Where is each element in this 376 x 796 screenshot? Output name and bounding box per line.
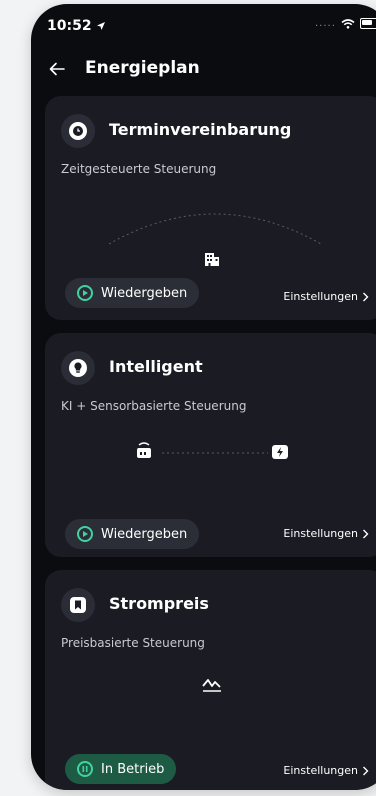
in-operation-button[interactable]: In Betrieb (65, 754, 177, 784)
phone-screen: 10:52 ..... Energieplan Terminvereinbaru… (31, 4, 376, 790)
card-intelligent: Intelligent KI + Sensorbasierte Steuerun… (45, 333, 376, 557)
status-bar: 10:52 ..... (31, 4, 376, 48)
settings-label: Einstellungen (283, 764, 358, 777)
chevron-right-icon (363, 766, 369, 775)
in-operation-label: In Betrieb (101, 761, 165, 777)
play-icon (77, 526, 93, 542)
play-icon (77, 285, 93, 301)
location-arrow-icon (96, 22, 105, 30)
back-button[interactable] (45, 57, 69, 81)
clock-icon (69, 122, 87, 140)
card-title: Intelligent (109, 357, 203, 376)
wifi-icon (341, 18, 355, 29)
schedule-arc-graphic (108, 213, 322, 245)
card-terminvereinbarung: Terminvereinbarung Zeitgesteuerte Steuer… (45, 96, 376, 320)
connection-line-graphic (162, 452, 268, 454)
card-strompreis: Strompreis Preisbasierte Steuerung In Be… (45, 570, 376, 790)
status-time-text: 10:52 (47, 18, 92, 34)
building-icon (205, 253, 219, 266)
battery-icon (359, 18, 376, 29)
bulb-icon-badge (61, 351, 95, 385)
page-header: Energieplan (31, 52, 376, 88)
price-icon-badge (61, 588, 95, 622)
sensor-device-icon (137, 442, 151, 458)
play-button-label: Wiedergeben (101, 285, 188, 301)
pause-icon (77, 761, 93, 777)
settings-label: Einstellungen (283, 527, 358, 540)
play-button-label: Wiedergeben (101, 526, 188, 542)
card-subtitle: Preisbasierte Steuerung (61, 636, 205, 650)
arrow-left-icon (49, 62, 65, 76)
lightbulb-icon (69, 359, 87, 377)
price-tag-icon (70, 597, 86, 613)
chevron-right-icon (363, 292, 369, 301)
page-title: Energieplan (85, 58, 200, 78)
status-time: 10:52 (47, 18, 106, 34)
settings-link[interactable]: Einstellungen (283, 527, 369, 540)
play-button[interactable]: Wiedergeben (65, 519, 200, 549)
signal-icon: ..... (315, 18, 336, 29)
settings-link[interactable]: Einstellungen (283, 764, 369, 777)
card-subtitle: Zeitgesteuerte Steuerung (61, 162, 217, 176)
play-button[interactable]: Wiedergeben (65, 278, 200, 308)
card-title: Strompreis (109, 594, 209, 613)
price-chart-icon (202, 679, 221, 692)
card-subtitle: KI + Sensorbasierte Steuerung (61, 399, 247, 413)
settings-link[interactable]: Einstellungen (283, 290, 369, 303)
settings-label: Einstellungen (283, 290, 358, 303)
clock-icon-badge (61, 114, 95, 148)
status-indicators: ..... (315, 18, 376, 29)
power-outlet-icon (272, 445, 288, 459)
card-title: Terminvereinbarung (109, 120, 292, 139)
chevron-right-icon (363, 529, 369, 538)
